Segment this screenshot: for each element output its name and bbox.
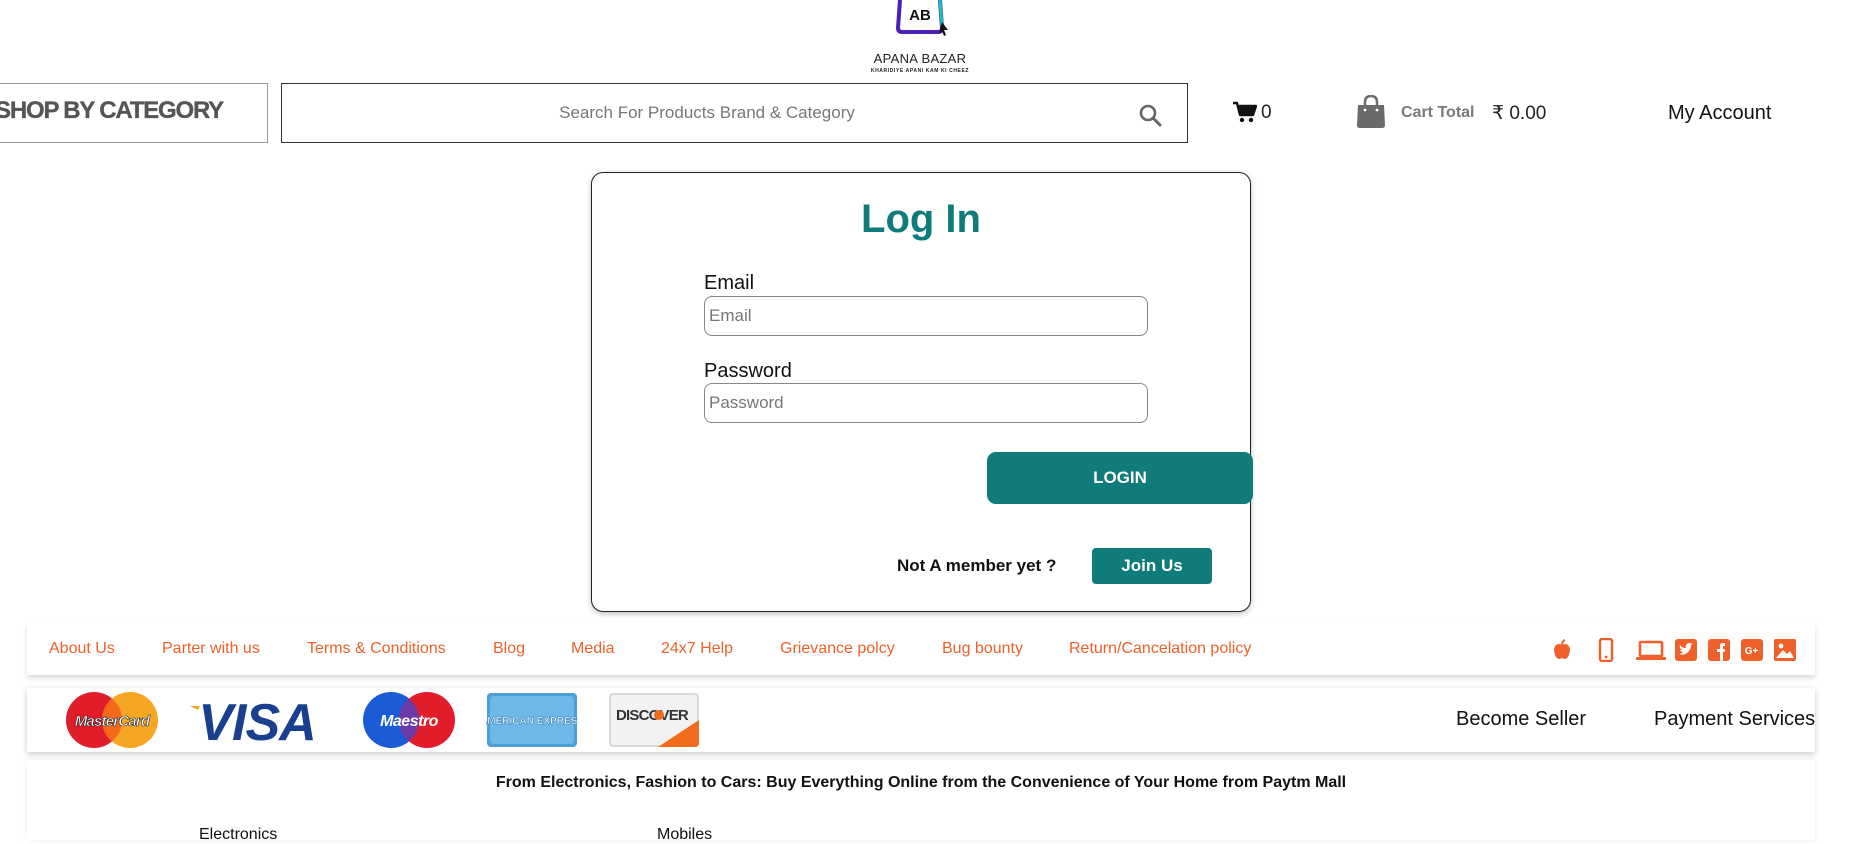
info-panel: From Electronics, Fashion to Cars: Buy E…	[27, 760, 1815, 843]
mastercard-logo: MasterCard	[66, 692, 158, 748]
join-us-button[interactable]: Join Us	[1092, 548, 1212, 584]
footer-link-bug-bounty[interactable]: Bug bounty	[942, 640, 1023, 658]
svg-text:G+: G+	[1745, 646, 1759, 657]
footer-link-return-policy[interactable]: Return/Cancelation policy	[1069, 640, 1251, 658]
cart-icon[interactable]	[1233, 101, 1257, 123]
shop-by-category-button[interactable]: SHOP BY CATEGORY	[0, 83, 268, 143]
cart-count[interactable]: 0	[1261, 102, 1272, 124]
info-tagline: From Electronics, Fashion to Cars: Buy E…	[495, 774, 1347, 791]
image-icon[interactable]	[1773, 638, 1797, 662]
visa-text: VISA	[198, 694, 315, 750]
laptop-icon[interactable]	[1636, 638, 1666, 662]
google-plus-icon[interactable]: G+	[1740, 638, 1764, 662]
payment-bar: MasterCard VISA Maestro AMERICAN EXPRESS…	[27, 688, 1815, 752]
footer-link-partner[interactable]: Parter with us	[162, 640, 260, 658]
mobile-icon[interactable]	[1594, 638, 1618, 662]
footer-link-media[interactable]: Media	[571, 640, 615, 658]
brand-tagline: KHARIDIYE APANI KAM KI CHEEZ	[870, 68, 970, 74]
email-field[interactable]	[704, 296, 1148, 336]
email-label: Email	[704, 272, 755, 294]
my-account-link[interactable]: My Account	[1668, 102, 1771, 125]
info-column-electronics[interactable]: Electronics	[199, 826, 277, 844]
facebook-icon[interactable]	[1707, 638, 1731, 662]
search-input[interactable]	[282, 84, 1132, 142]
login-title: Log In	[861, 197, 981, 241]
mastercard-text: MasterCard	[75, 713, 151, 730]
footer-link-about-us[interactable]: About Us	[49, 640, 115, 658]
maestro-text: Maestro	[380, 713, 439, 730]
member-prompt: Not A member yet ?	[897, 556, 1057, 575]
footer-links-bar: About Us Parter with us Terms & Conditio…	[27, 623, 1815, 675]
footer-link-blog[interactable]: Blog	[493, 640, 525, 658]
password-field[interactable]	[704, 383, 1148, 423]
visa-logo: VISA	[190, 694, 317, 750]
logo-letters: AB	[909, 7, 931, 24]
login-card: Log In Email Password LOGIN Not A member…	[591, 172, 1253, 612]
search-bar	[281, 83, 1188, 143]
footer-link-help[interactable]: 24x7 Help	[661, 640, 733, 658]
login-button[interactable]: LOGIN	[987, 452, 1253, 504]
logo-bag-icon: AB	[895, 0, 948, 36]
twitter-icon[interactable]	[1674, 638, 1698, 662]
payment-services-link[interactable]: Payment Services	[1654, 708, 1815, 731]
footer-link-terms[interactable]: Terms & Conditions	[307, 640, 446, 658]
password-label: Password	[704, 360, 792, 382]
discover-logo: DISCOVER	[609, 693, 699, 747]
shopping-bag-icon[interactable]	[1356, 95, 1386, 129]
cart-total-value: ₹ 0.00	[1492, 103, 1547, 124]
brand-logo[interactable]: AB APANA BAZAR KHARIDIYE APANI KAM KI CH…	[860, 0, 980, 80]
maestro-logo: Maestro	[363, 692, 455, 748]
footer-link-grievance[interactable]: Grievance polcy	[780, 640, 895, 658]
amex-text: AMERICAN EXPRESS	[486, 716, 578, 727]
become-seller-link[interactable]: Become Seller	[1456, 708, 1586, 731]
discover-text: DISCOVER	[616, 707, 689, 724]
cart-total-label: Cart Total	[1401, 104, 1475, 121]
american-express-logo: AMERICAN EXPRESS	[486, 693, 578, 747]
info-column-mobiles[interactable]: Mobiles	[657, 826, 712, 844]
search-icon[interactable]	[1138, 103, 1162, 127]
category-label: SHOP BY CATEGORY	[0, 97, 224, 124]
apple-icon[interactable]	[1550, 638, 1574, 662]
brand-name: APANA BAZAR	[873, 51, 967, 66]
